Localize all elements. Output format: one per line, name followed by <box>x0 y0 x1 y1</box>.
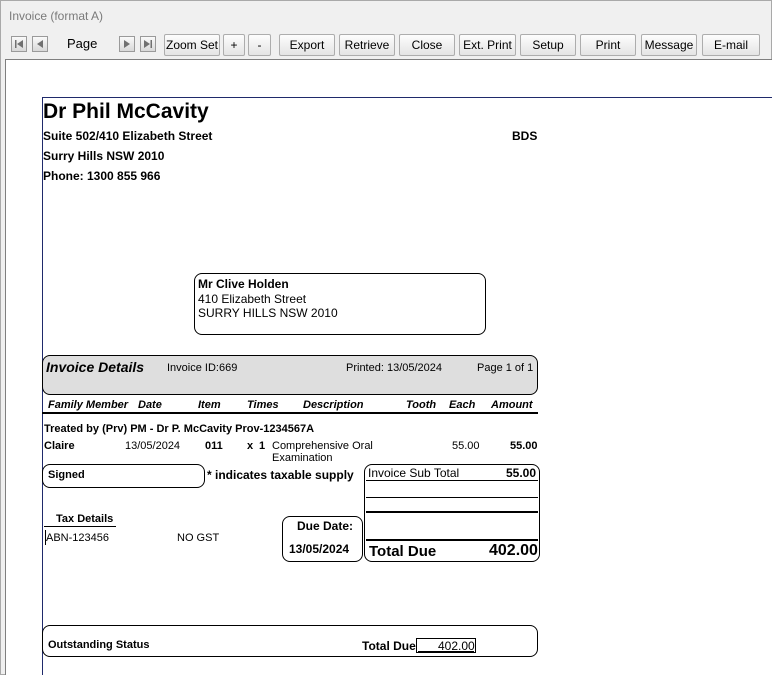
taxable-supply-note: * indicates taxable supply <box>207 468 354 482</box>
totals-rule-1 <box>366 480 538 481</box>
invoice-id: Invoice ID:669 <box>167 362 238 374</box>
patient-name: Mr Clive Holden <box>198 277 289 291</box>
col-family-member: Family Member <box>48 399 129 411</box>
practice-address-line2: Surry Hills NSW 2010 <box>43 149 165 163</box>
col-amount: Amount <box>491 399 533 411</box>
subtotal-value: 55.00 <box>506 466 537 480</box>
setup-button[interactable]: Setup <box>520 34 576 56</box>
line-date: 13/05/2024 <box>125 440 181 452</box>
tax-details-heading: Tax Details <box>56 513 114 525</box>
zoom-out-button[interactable]: - <box>248 34 271 56</box>
invoice-printed-date: Printed: 13/05/2024 <box>346 362 443 374</box>
due-date-label: Due Date: <box>297 519 354 533</box>
tax-gst: NO GST <box>177 532 220 544</box>
signed-label: Signed <box>48 469 85 481</box>
line-item-code: 011 <box>205 440 223 452</box>
line-times: 1 <box>259 440 266 452</box>
col-each: Each <box>449 399 476 411</box>
col-tooth: Tooth <box>406 399 437 411</box>
line-times-x: x <box>247 440 254 452</box>
line-each: 55.00 <box>452 440 480 452</box>
patient-address-box: Mr Clive Holden 410 Elizabeth Street SUR… <box>194 273 486 335</box>
line-description-1: Comprehensive Oral <box>272 440 373 452</box>
due-date-value: 13/05/2024 <box>289 542 350 556</box>
outstanding-status-label: Outstanding Status <box>48 639 150 651</box>
invoice-details-title: Invoice Details <box>46 359 145 375</box>
outstanding-total-label: Total Due <box>362 639 416 653</box>
line-description-2: Examination <box>272 452 333 464</box>
message-button[interactable]: Message <box>641 34 697 56</box>
col-times: Times <box>247 399 279 411</box>
line-amount: 55.00 <box>510 440 538 452</box>
col-item: Item <box>198 399 221 411</box>
previous-page-icon[interactable] <box>32 36 48 52</box>
ext-print-button[interactable]: Ext. Print <box>459 34 516 56</box>
totals-rule-2 <box>366 497 538 498</box>
column-header-rule <box>42 412 538 414</box>
page-border-top <box>42 97 772 98</box>
practice-phone: Phone: 1300 855 966 <box>43 169 161 183</box>
practice-qualification: BDS <box>512 129 538 143</box>
text-cursor <box>45 530 46 545</box>
zoom-in-button[interactable]: + <box>223 34 245 56</box>
window-title: Invoice (format A) <box>9 9 104 23</box>
totals-rule-4 <box>366 539 538 541</box>
col-description: Description <box>303 399 364 411</box>
line-member: Claire <box>44 440 75 452</box>
practice-doctor-name: Dr Phil McCavity <box>43 100 209 123</box>
totals-rule-3 <box>366 511 538 513</box>
total-due-label: Total Due <box>369 543 437 560</box>
patient-suburb: SURRY HILLS NSW 2010 <box>198 306 338 320</box>
close-button[interactable]: Close <box>399 34 455 56</box>
patient-street: 410 Elizabeth Street <box>198 292 307 306</box>
next-page-icon[interactable] <box>119 36 135 52</box>
col-date: Date <box>138 399 162 411</box>
report-toolbar: Page Zoom Set + - Export Retrieve Close … <box>1 34 772 56</box>
outstanding-total-underline <box>418 651 474 652</box>
export-button[interactable]: Export <box>279 34 335 56</box>
invoice-page-count: Page 1 of 1 <box>477 362 534 374</box>
total-due-value: 402.00 <box>489 542 538 559</box>
zoom-set-button[interactable]: Zoom Set <box>164 34 220 56</box>
first-page-icon[interactable] <box>11 36 27 52</box>
treated-by: Treated by (Prv) PM - Dr P. McCavity Pro… <box>44 423 315 435</box>
invoice-window: Invoice (format A) Page Zoom Set + - Exp… <box>0 0 772 675</box>
subtotal-label: Invoice Sub Total <box>368 466 460 480</box>
print-button[interactable]: Print <box>580 34 636 56</box>
page-label: Page <box>67 36 98 51</box>
retrieve-button[interactable]: Retrieve <box>339 34 395 56</box>
last-page-icon[interactable] <box>140 36 156 52</box>
tax-abn: ABN-123456 <box>46 532 109 544</box>
tax-details-underline <box>44 526 116 527</box>
practice-address-line1: Suite 502/410 Elizabeth Street <box>43 129 213 143</box>
email-button[interactable]: E-mail <box>702 34 760 56</box>
